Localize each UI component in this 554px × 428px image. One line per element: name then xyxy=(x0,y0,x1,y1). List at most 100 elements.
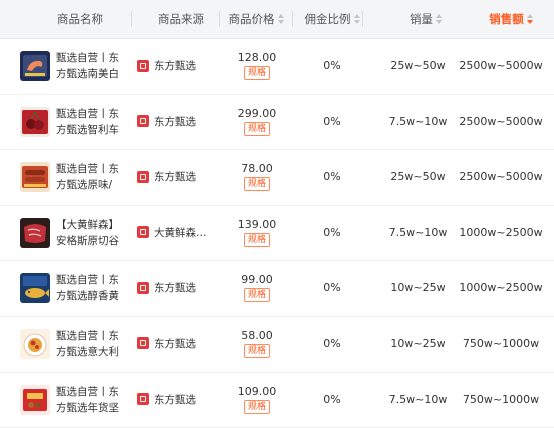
table-row[interactable]: 甄选自营丨东方甄选年货坚果… 东方甄选 109.00 规格 0% 7.5w~10… xyxy=(0,373,554,428)
header-price-label: 商品价格 xyxy=(228,12,275,26)
commission-rate: 0% xyxy=(323,336,341,350)
commission-rate: 0% xyxy=(323,392,341,406)
source-label: 东方甄选 xyxy=(154,171,196,184)
header-product-price[interactable]: 商品价格 xyxy=(220,0,292,38)
shop-icon xyxy=(137,337,149,350)
header-volume-label: 销量 xyxy=(410,12,433,26)
header-divider xyxy=(362,11,363,27)
product-name[interactable]: 甄选自营丨东方甄选醇香黄鱼… xyxy=(56,272,128,304)
spec-button[interactable]: 规格 xyxy=(243,232,270,247)
spec-button[interactable]: 规格 xyxy=(243,66,270,80)
table-header: 商品名称 商品来源 商品价格 佣金比例 销量 销售额 xyxy=(0,0,554,39)
product-source[interactable]: 东方甄选 xyxy=(137,392,196,408)
product-source[interactable]: 东方甄选 xyxy=(137,169,196,185)
price-value: 109.00 xyxy=(237,384,277,398)
price-value: 99.00 xyxy=(241,273,273,287)
sales-volume: 7.5w~10w xyxy=(388,114,448,128)
commission-rate: 0% xyxy=(323,59,341,72)
price-value: 139.00 xyxy=(237,217,277,231)
product-price: 139.00 规格 xyxy=(222,217,292,247)
sales-amount: 750w~1000w xyxy=(462,336,540,350)
price-value: 128.00 xyxy=(237,51,277,64)
product-source[interactable]: 东方甄选 xyxy=(137,280,196,296)
shop-icon xyxy=(137,226,149,239)
shop-icon xyxy=(137,393,149,406)
shop-icon xyxy=(137,170,149,183)
header-sales-amount[interactable]: 销售额 xyxy=(478,0,544,38)
source-label: 东方甄选 xyxy=(154,393,196,406)
sales-amount: 2500w~5000w xyxy=(459,114,543,128)
product-source[interactable]: 东方甄选 xyxy=(137,114,196,130)
product-name[interactable]: 甄选自营丨东方甄选原味/黑… xyxy=(56,161,128,193)
spec-button[interactable]: 规格 xyxy=(243,288,270,303)
spec-button[interactable]: 规格 xyxy=(243,343,270,358)
product-price: 99.00 规格 xyxy=(222,272,292,303)
product-table: 商品名称 商品来源 商品价格 佣金比例 销量 销售额 甄选自营丨东方甄选南美白虾… xyxy=(0,0,554,428)
sales-volume: 25w~50w xyxy=(390,59,446,72)
commission-rate: 0% xyxy=(323,281,341,295)
commission-rate: 0% xyxy=(323,170,341,184)
sort-icon[interactable] xyxy=(277,13,284,24)
product-price: 109.00 规格 xyxy=(222,384,292,414)
sales-volume: 10w~25w xyxy=(390,281,446,295)
price-value: 78.00 xyxy=(241,162,273,176)
product-thumbnail[interactable] xyxy=(20,51,50,81)
price-value: 58.00 xyxy=(241,328,273,342)
table-row[interactable]: 甄选自营丨东方甄选原味/黑… 东方甄选 78.00 规格 0% 25w~50w … xyxy=(0,150,554,206)
sales-amount: 750w~1000w xyxy=(462,392,540,406)
table-row[interactable]: 【大黄鲜森】安格斯原切谷饲… 大黄鲜森… 139.00 规格 0% 7.5w~1… xyxy=(0,206,554,262)
sales-amount: 2500w~5000w xyxy=(459,170,543,184)
product-name[interactable]: 【大黄鲜森】安格斯原切谷饲… xyxy=(56,217,128,249)
price-value: 299.00 xyxy=(237,106,277,120)
table-body: 甄选自营丨东方甄选南美白虾 … 东方甄选 128.00 规格 0% 25w~50… xyxy=(0,39,554,428)
sales-volume: 10w~25w xyxy=(390,336,446,350)
product-source[interactable]: 东方甄选 xyxy=(137,58,196,74)
table-row[interactable]: 甄选自营丨东方甄选意大利面 … 东方甄选 58.00 规格 0% 10w~25w… xyxy=(0,317,554,373)
commission-rate: 0% xyxy=(323,225,341,239)
product-source[interactable]: 东方甄选 xyxy=(137,336,196,352)
spec-button[interactable]: 规格 xyxy=(243,177,270,192)
shop-icon xyxy=(137,115,149,128)
product-thumbnail[interactable] xyxy=(20,162,50,193)
header-sales-volume[interactable]: 销量 xyxy=(395,0,457,38)
source-label: 东方甄选 xyxy=(154,115,196,128)
product-thumbnail[interactable] xyxy=(20,328,50,359)
header-commission[interactable]: 佣金比例 xyxy=(292,0,372,38)
product-thumbnail[interactable] xyxy=(20,273,50,304)
product-thumbnail[interactable] xyxy=(20,106,50,137)
sales-volume: 25w~50w xyxy=(390,170,446,184)
product-source[interactable]: 大黄鲜森… xyxy=(137,225,207,241)
product-name[interactable]: 甄选自营丨东方甄选智利车厘… xyxy=(56,106,128,138)
product-name[interactable]: 甄选自营丨东方甄选意大利面 … xyxy=(56,328,128,360)
sort-desc-icon[interactable] xyxy=(526,13,533,24)
source-label: 东方甄选 xyxy=(154,282,196,295)
spec-button[interactable]: 规格 xyxy=(243,399,270,414)
spec-button[interactable]: 规格 xyxy=(243,121,270,136)
sort-icon[interactable] xyxy=(353,13,360,24)
product-name[interactable]: 甄选自营丨东方甄选年货坚果… xyxy=(56,384,128,416)
header-product-name: 商品名称 xyxy=(57,12,103,26)
header-product-source: 商品来源 xyxy=(158,12,204,26)
source-label: 东方甄选 xyxy=(154,60,196,72)
source-label: 东方甄选 xyxy=(154,337,196,350)
table-row[interactable]: 甄选自营丨东方甄选醇香黄鱼… 东方甄选 99.00 规格 0% 10w~25w … xyxy=(0,261,554,317)
header-sales-label: 销售额 xyxy=(489,12,524,26)
table-row[interactable]: 甄选自营丨东方甄选智利车厘… 东方甄选 299.00 规格 0% 7.5w~10… xyxy=(0,95,554,151)
product-price: 299.00 规格 xyxy=(222,106,292,136)
commission-rate: 0% xyxy=(323,114,341,128)
sort-icon[interactable] xyxy=(436,13,442,24)
header-divider xyxy=(131,11,132,27)
shop-icon xyxy=(137,59,149,72)
table-row[interactable]: 甄选自营丨东方甄选南美白虾 … 东方甄选 128.00 规格 0% 25w~50… xyxy=(0,39,554,95)
shop-icon xyxy=(137,281,149,294)
sales-amount: 1000w~2500w xyxy=(459,281,543,295)
product-price: 78.00 规格 xyxy=(222,161,292,192)
sales-amount: 1000w~2500w xyxy=(459,225,543,239)
sales-amount: 2500w~5000w xyxy=(459,59,543,72)
product-price: 58.00 规格 xyxy=(222,328,292,358)
sales-volume: 7.5w~10w xyxy=(388,225,448,239)
product-name[interactable]: 甄选自营丨东方甄选南美白虾 … xyxy=(56,50,128,82)
product-thumbnail[interactable] xyxy=(20,217,50,248)
header-commission-label: 佣金比例 xyxy=(304,12,351,26)
product-thumbnail[interactable] xyxy=(20,384,50,415)
